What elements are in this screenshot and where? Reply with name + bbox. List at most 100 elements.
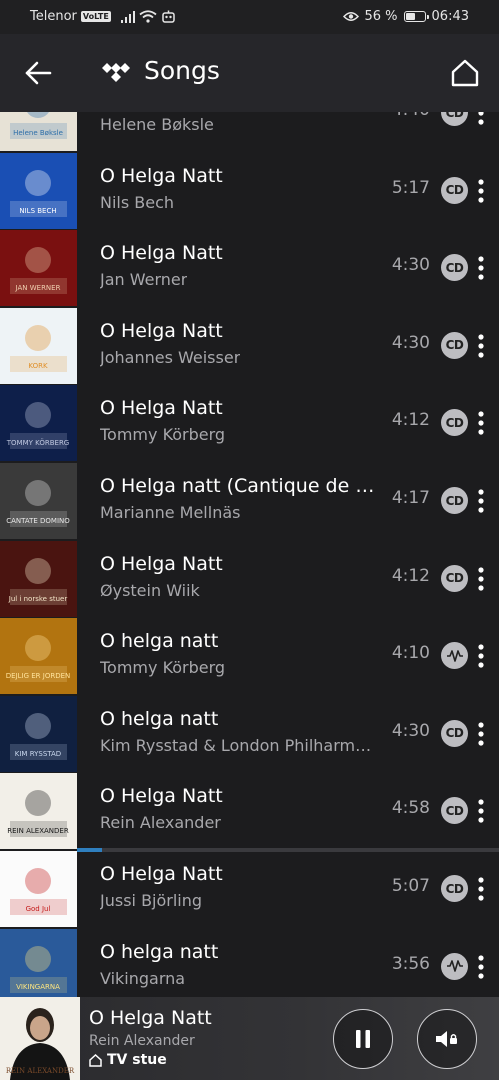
song-artist: Nils Bech [100,192,175,212]
now-playing-title: O Helga Natt [89,1007,212,1029]
notification-robot-icon [162,10,175,23]
album-art-label: DEJLIG ER JORDEN [6,672,71,680]
song-row[interactable]: God Jul O Helga Natt Jussi Björling 5:07 CD [0,851,499,927]
album-art-label: KORK [28,362,48,370]
album-art[interactable]: TOMMY KÖRBERG [0,385,77,462]
song-row[interactable]: REIN ALEXANDER O Helga Natt Rein Alexander… [0,773,499,850]
album-art[interactable]: Helene Bøksle [0,112,77,151]
album-art[interactable]: CANTATE DOMINO [0,463,77,539]
song-duration: 4:12 [391,565,430,586]
more-options-icon[interactable] [473,641,489,671]
song-row[interactable]: KIM RYSSTAD O helga natt Kim Rysstad & Lon… [0,695,499,772]
album-art[interactable]: DEJLIG ER JORDEN [0,618,77,695]
song-artist: Johannes Weisser [100,347,241,367]
song-duration: 5:17 [391,177,430,198]
song-row[interactable]: JAN WERNER O Helga Natt Jan Werner 4:30 CD [0,230,499,307]
cd-quality-badge: CD [441,797,468,825]
album-art[interactable]: God Jul [0,851,77,927]
more-options-icon[interactable] [473,564,489,594]
now-playing-album-art[interactable]: REIN ALEXANDER [0,997,80,1080]
song-row[interactable]: Helene Bøksle Helene Bøksle 4:40 CD [0,112,499,151]
song-duration: 4:30 [391,332,430,353]
album-art-label: Helene Bøksle [13,129,63,137]
song-title: O Helga Natt [100,552,223,575]
album-art-label: TOMMY KÖRBERG [6,438,69,447]
status-bar: Telenor VoLTE 56 % 06:43 [0,0,499,34]
song-duration: 4:58 [391,798,430,819]
playback-progress-fill [77,848,103,852]
home-icon[interactable] [449,58,481,88]
song-duration: 4:30 [391,255,430,276]
now-playing-artist: Rein Alexander [89,1033,195,1049]
more-options-icon[interactable] [473,112,489,128]
wifi-icon [139,10,157,23]
album-art-label: JAN WERNER [15,284,61,292]
album-art[interactable]: REIN ALEXANDER [0,773,77,850]
album-art-label: Jul i norske stuer [8,595,68,603]
song-artist: Vikingarna [100,968,186,988]
status-right: 56 % 06:43 [342,9,469,24]
app-header: Songs [0,34,499,112]
cd-quality-badge: CD [441,176,468,204]
more-options-icon[interactable] [473,952,489,982]
song-row[interactable]: NILS BECH O Helga Natt Nils Bech 5:17 CD [0,152,499,229]
album-art-label: NILS BECH [19,207,56,215]
song-title: O Helga Natt [100,863,223,885]
cd-quality-badge: CD [441,719,468,747]
arrow-left-icon[interactable] [22,58,54,88]
volte-badge: VoLTE [80,11,111,22]
song-artist: Jussi Björling [100,891,203,910]
song-row[interactable]: KORK O Helga Natt Johannes Weisser 4:30 CD [0,307,499,384]
song-title: O helga natt [100,630,219,653]
playback-progress-bar[interactable] [77,848,499,852]
more-options-icon[interactable] [473,176,489,206]
song-row[interactable]: VIKINGARNA O helga natt Vikingarna 3:56 [0,928,499,997]
more-options-icon[interactable] [473,874,489,904]
hires-waveform-icon [441,642,468,670]
album-art[interactable]: JAN WERNER [0,230,77,307]
album-art-label: CANTATE DOMINO [6,517,70,525]
cd-quality-badge: CD [441,409,468,437]
status-left: Telenor VoLTE [30,9,176,24]
album-art[interactable]: Jul i norske stuer [0,540,77,617]
more-options-icon[interactable] [473,486,489,516]
song-duration: 4:30 [391,720,430,741]
song-artist: Jan Werner [100,270,188,290]
more-options-icon[interactable] [473,253,489,283]
room-name: TV stue [107,1052,167,1068]
song-artist: Marianne Mellnäs [100,503,241,522]
song-title: O helga natt [100,707,219,730]
album-art[interactable]: VIKINGARNA [0,928,77,997]
album-art[interactable]: NILS BECH [0,152,77,229]
cd-quality-badge: CD [441,112,468,126]
album-art-label: REIN ALEXANDER [7,827,69,835]
volume-button[interactable] [417,1009,477,1069]
pause-button[interactable] [333,1009,393,1069]
battery-percent: 56 % [364,9,398,24]
playback-room[interactable]: TV stue [89,1052,167,1068]
song-artist: Tommy Körberg [100,658,226,678]
song-title: O Helga natt (Cantique de Noël) [100,475,378,497]
more-options-icon[interactable] [473,796,489,826]
song-row[interactable]: DEJLIG ER JORDEN O helga natt Tommy Körber… [0,618,499,695]
more-options-icon[interactable] [473,719,489,749]
more-options-icon[interactable] [473,331,489,361]
song-row[interactable]: CANTATE DOMINO O Helga natt (Cantique de … [0,463,499,539]
song-row[interactable]: Jul i norske stuer O Helga Natt Øystein Wi… [0,540,499,617]
album-art-label: God Jul [26,905,51,913]
album-art[interactable]: KIM RYSSTAD [0,695,77,772]
cd-quality-badge: CD [441,254,468,282]
tidal-logo-icon [102,63,130,82]
song-list[interactable]: Helene BøksleHelene Bøksle4:40CDNILS BEC… [0,112,499,997]
more-options-icon[interactable] [473,408,489,438]
mini-player[interactable]: REIN ALEXANDER O Helga Natt Rein Alexand… [0,997,499,1080]
home-small-icon [89,1053,102,1067]
hires-waveform-icon [441,952,468,980]
song-title: O Helga Natt [100,785,223,808]
song-row[interactable]: TOMMY KÖRBERG O Helga Natt Tommy Körberg 4:… [0,385,499,462]
song-duration: 4:17 [391,488,430,508]
signal-icon [120,10,135,23]
album-art[interactable]: KORK [0,307,77,384]
song-artist: Helene Bøksle [100,115,214,134]
song-title: O Helga Natt [100,242,223,265]
